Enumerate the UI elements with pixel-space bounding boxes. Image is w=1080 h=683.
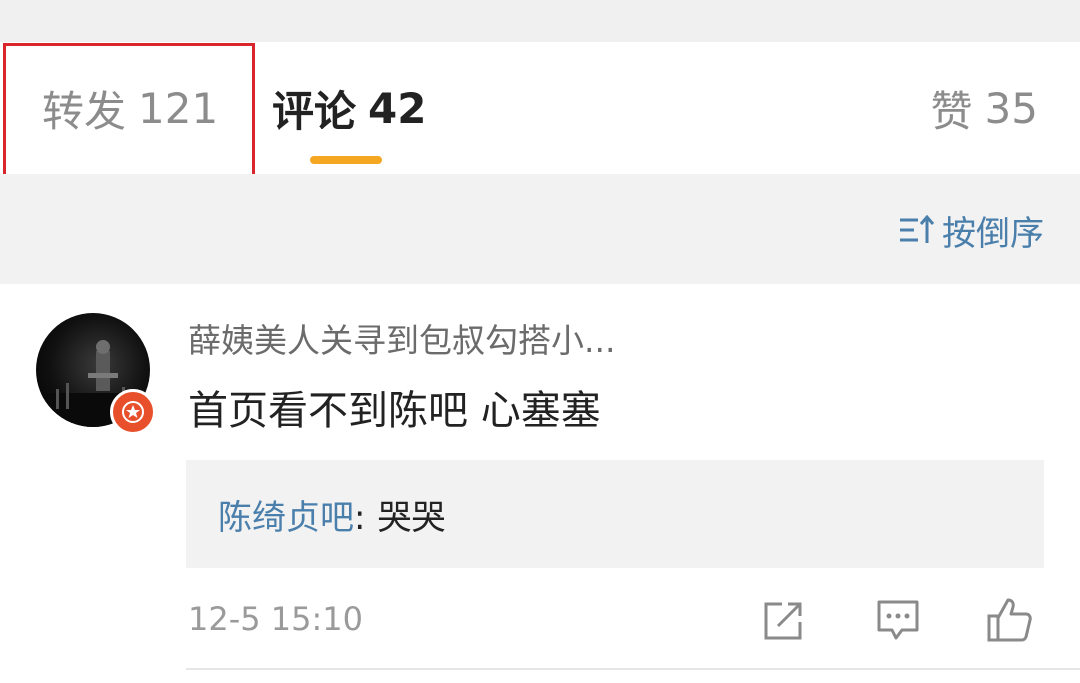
sort-order-label: 按倒序 [942, 213, 1044, 254]
sort-order-button[interactable]: 按倒序 [898, 198, 1044, 262]
reply-author[interactable]: 陈绮贞吧 [218, 498, 354, 538]
verified-badge-icon [110, 389, 156, 435]
reply-separator: : [354, 498, 366, 538]
tab-likes[interactable]: 赞 35 [931, 42, 1038, 174]
tab-comments-label: 评论 [272, 86, 357, 136]
reply-line: 陈绮贞吧: 哭哭 [218, 490, 445, 539]
tab-comments[interactable]: 评论 42 [272, 42, 426, 174]
reply-text: 哭哭 [377, 498, 446, 538]
share-icon [764, 602, 802, 640]
share-button[interactable] [760, 596, 808, 644]
highlight-box [3, 43, 255, 177]
divider [186, 668, 1080, 670]
tab-likes-count: 35 [984, 83, 1038, 133]
top-strip [0, 0, 1080, 42]
tab-likes-label: 赞 [930, 86, 973, 136]
like-icon [987, 598, 1032, 642]
comment-text: 首页看不到陈吧 心塞塞 [188, 388, 601, 434]
active-tab-indicator [310, 156, 382, 164]
like-button[interactable] [986, 596, 1034, 644]
sort-icon [900, 214, 935, 243]
reply-icon [877, 600, 919, 640]
tab-comments-count: 42 [368, 83, 427, 133]
reply-button[interactable] [874, 596, 922, 644]
comment-timestamp: 12-5 15:10 [188, 600, 364, 638]
comment-username[interactable]: 薛姨美人关寻到包叔勾搭小... [188, 314, 615, 362]
